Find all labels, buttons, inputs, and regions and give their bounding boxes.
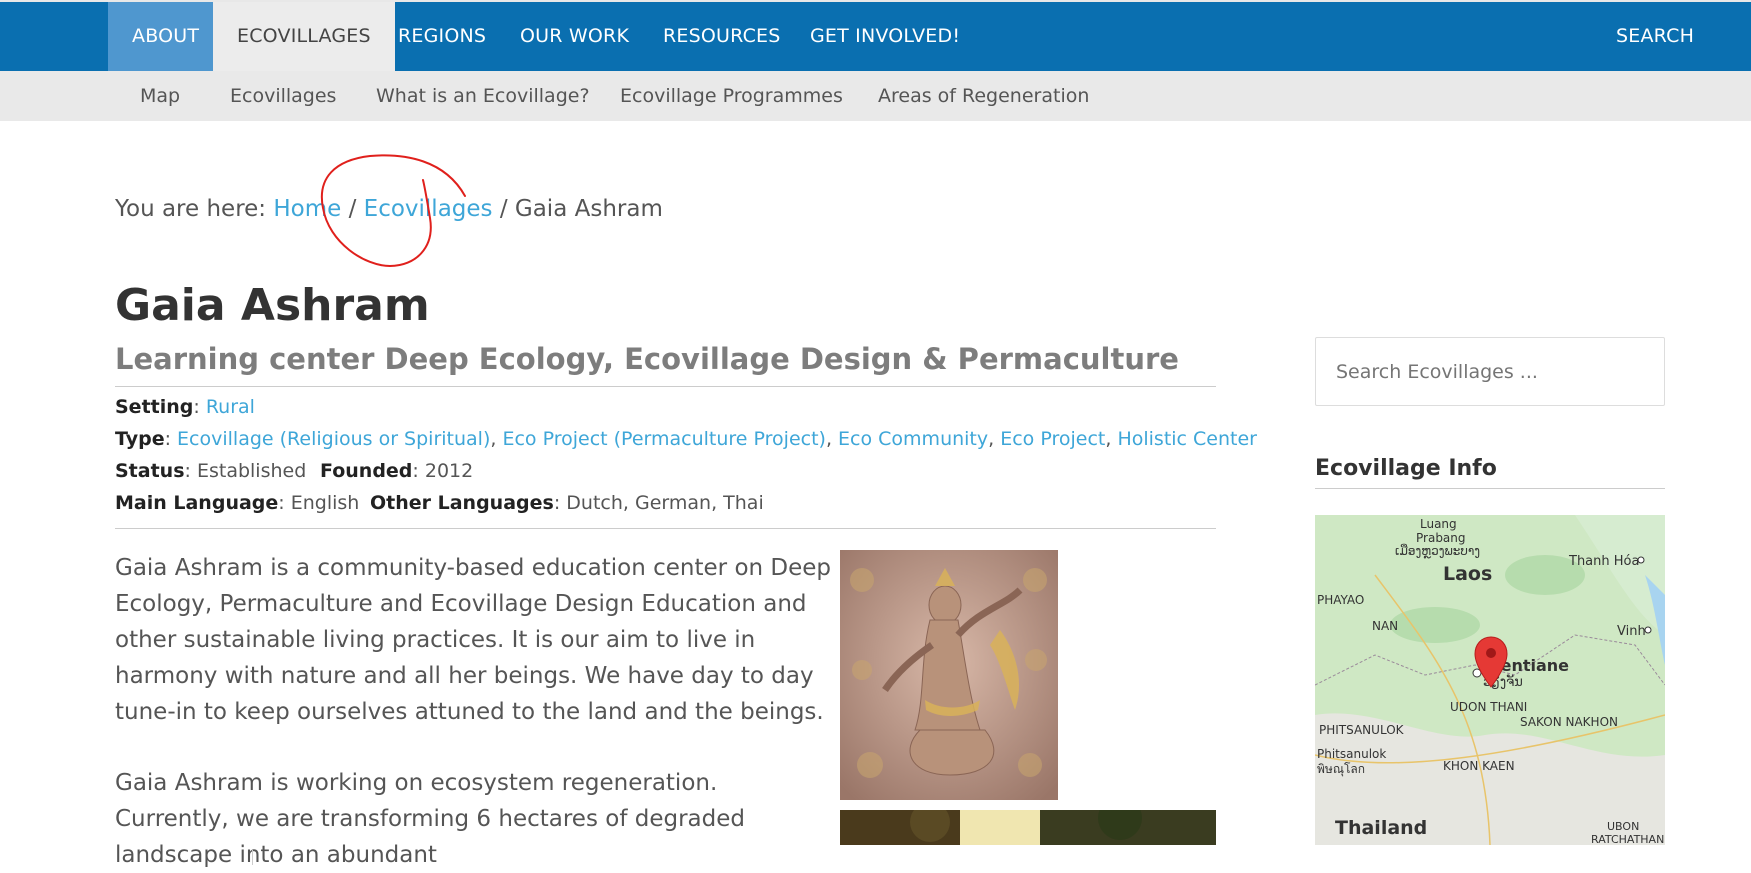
nav-item-resources[interactable]: RESOURCES bbox=[639, 2, 805, 71]
description-paragraph: Gaia Ashram is working on ecosystem rege… bbox=[115, 770, 745, 868]
meta-comma: , bbox=[490, 428, 503, 450]
map-label-sakon-nakhon: SAKON NAKHON bbox=[1520, 715, 1618, 729]
type-link[interactable]: Eco Project (Permaculture Project) bbox=[502, 428, 825, 450]
sub-navigation: Map Ecovillages What is an Ecovillage? E… bbox=[0, 71, 1751, 121]
meta-sep: : bbox=[412, 460, 425, 482]
breadcrumb-separator: / bbox=[492, 196, 515, 222]
meta-setting: Setting: Rural bbox=[115, 396, 255, 418]
divider bbox=[115, 386, 1216, 387]
setting-value-link[interactable]: Rural bbox=[206, 396, 255, 418]
map-label-phitsanulok-thai: พิษณุโลก bbox=[1317, 762, 1366, 776]
nav-item-ecovillages[interactable]: ECOVILLAGES bbox=[213, 2, 395, 71]
map-label-nan: NAN bbox=[1372, 619, 1399, 633]
type-link[interactable]: Ecovillage (Religious or Spiritual) bbox=[177, 428, 490, 450]
nav-item-our-work[interactable]: OUR WORK bbox=[496, 2, 653, 71]
meta-status: Status: Established bbox=[115, 460, 306, 482]
page-title: Gaia Ashram bbox=[115, 280, 430, 331]
top-navigation: ABOUT ECOVILLAGES REGIONS OUR WORK RESOU… bbox=[0, 0, 1751, 71]
map-label-laos: Laos bbox=[1443, 563, 1493, 585]
map-label-phitsanulok: PHITSANULOK bbox=[1319, 723, 1404, 737]
subnav-item-what-is-ecovillage[interactable]: What is an Ecovillage? bbox=[376, 71, 590, 121]
meta-comma: , bbox=[825, 428, 839, 450]
divider bbox=[252, 850, 253, 865]
meta-sep: : bbox=[193, 396, 206, 418]
type-label: Type bbox=[115, 428, 165, 450]
nav-search-link[interactable]: SEARCH bbox=[1592, 2, 1718, 71]
meta-founded: Founded: 2012 bbox=[320, 460, 473, 482]
setting-label: Setting bbox=[115, 396, 194, 418]
map-label-luang-prabang-lao: ເມືອງຫຼວງພະບາງ bbox=[1395, 544, 1481, 558]
location-map[interactable]: Luang Prabang ເມືອງຫຼວງພະບາງ Laos Thanh … bbox=[1315, 515, 1665, 845]
map-label-ratchathani: RATCHATHANI bbox=[1591, 833, 1665, 845]
ecovillage-info-title: Ecovillage Info bbox=[1315, 456, 1497, 481]
meta-sep: : bbox=[278, 492, 291, 514]
founded-label: Founded bbox=[320, 460, 413, 482]
map-label-vinh: Vinh bbox=[1617, 624, 1646, 639]
meta-main-language: Main Language: English bbox=[115, 492, 359, 514]
main-language-label: Main Language bbox=[115, 492, 279, 514]
description-paragraph: Gaia Ashram is a community-based educati… bbox=[115, 555, 832, 725]
page-subtitle: Learning center Deep Ecology, Ecovillage… bbox=[115, 342, 1179, 376]
main-language-value: English bbox=[290, 492, 360, 514]
thai-relief-carving-image[interactable] bbox=[840, 550, 1058, 800]
other-languages-label: Other Languages bbox=[370, 492, 554, 514]
divider bbox=[1315, 488, 1665, 489]
subnav-item-programmes[interactable]: Ecovillage Programmes bbox=[620, 71, 843, 121]
map-label-prabang: Prabang bbox=[1416, 531, 1466, 545]
meta-type: Type: Ecovillage (Religious or Spiritual… bbox=[115, 428, 1257, 450]
map-label-thanh-hoa: Thanh Hóa bbox=[1569, 554, 1640, 569]
map-label-luang: Luang bbox=[1420, 517, 1457, 531]
meta-comma: , bbox=[1105, 428, 1118, 450]
annotation-circle bbox=[320, 154, 466, 268]
type-link[interactable]: Eco Project bbox=[1000, 428, 1105, 450]
subnav-item-map[interactable]: Map bbox=[140, 71, 180, 121]
status-value: Established bbox=[196, 460, 307, 482]
other-languages-value: Dutch, German, Thai bbox=[566, 492, 764, 514]
nav-item-regions[interactable]: REGIONS bbox=[374, 2, 510, 71]
type-link[interactable]: Holistic Center bbox=[1117, 428, 1257, 450]
breadcrumb-prefix: You are here: bbox=[115, 196, 274, 222]
map-label-phitsanulok-city: Phitsanulok bbox=[1317, 747, 1387, 761]
meta-sep: : bbox=[553, 492, 567, 514]
founded-value: 2012 bbox=[424, 460, 474, 482]
map-marker-icon[interactable] bbox=[1473, 635, 1509, 689]
meta-comma: , bbox=[988, 428, 1001, 450]
meta-sep: : bbox=[184, 460, 197, 482]
map-label-khon-kaen: KHON KAEN bbox=[1443, 759, 1515, 773]
nav-item-about[interactable]: ABOUT bbox=[108, 2, 224, 71]
map-label-phayao: PHAYAO bbox=[1317, 593, 1365, 607]
map-label-udon-thani: UDON THANI bbox=[1450, 700, 1528, 714]
type-link[interactable]: Eco Community bbox=[838, 428, 988, 450]
ecovillage-search-input[interactable] bbox=[1315, 337, 1665, 406]
map-label-ubon: UBON bbox=[1607, 820, 1640, 833]
landscape-photo[interactable] bbox=[840, 810, 1216, 845]
meta-other-languages: Other Languages: Dutch, German, Thai bbox=[370, 492, 764, 514]
status-label: Status bbox=[115, 460, 185, 482]
subnav-item-ecovillages[interactable]: Ecovillages bbox=[230, 71, 336, 121]
map-label-thailand: Thailand bbox=[1335, 817, 1428, 839]
breadcrumb-current: Gaia Ashram bbox=[514, 196, 663, 222]
nav-item-get-involved[interactable]: GET INVOLVED! bbox=[786, 2, 984, 71]
meta-sep: : bbox=[164, 428, 178, 450]
subnav-item-regeneration[interactable]: Areas of Regeneration bbox=[878, 71, 1089, 121]
divider bbox=[115, 528, 1216, 529]
